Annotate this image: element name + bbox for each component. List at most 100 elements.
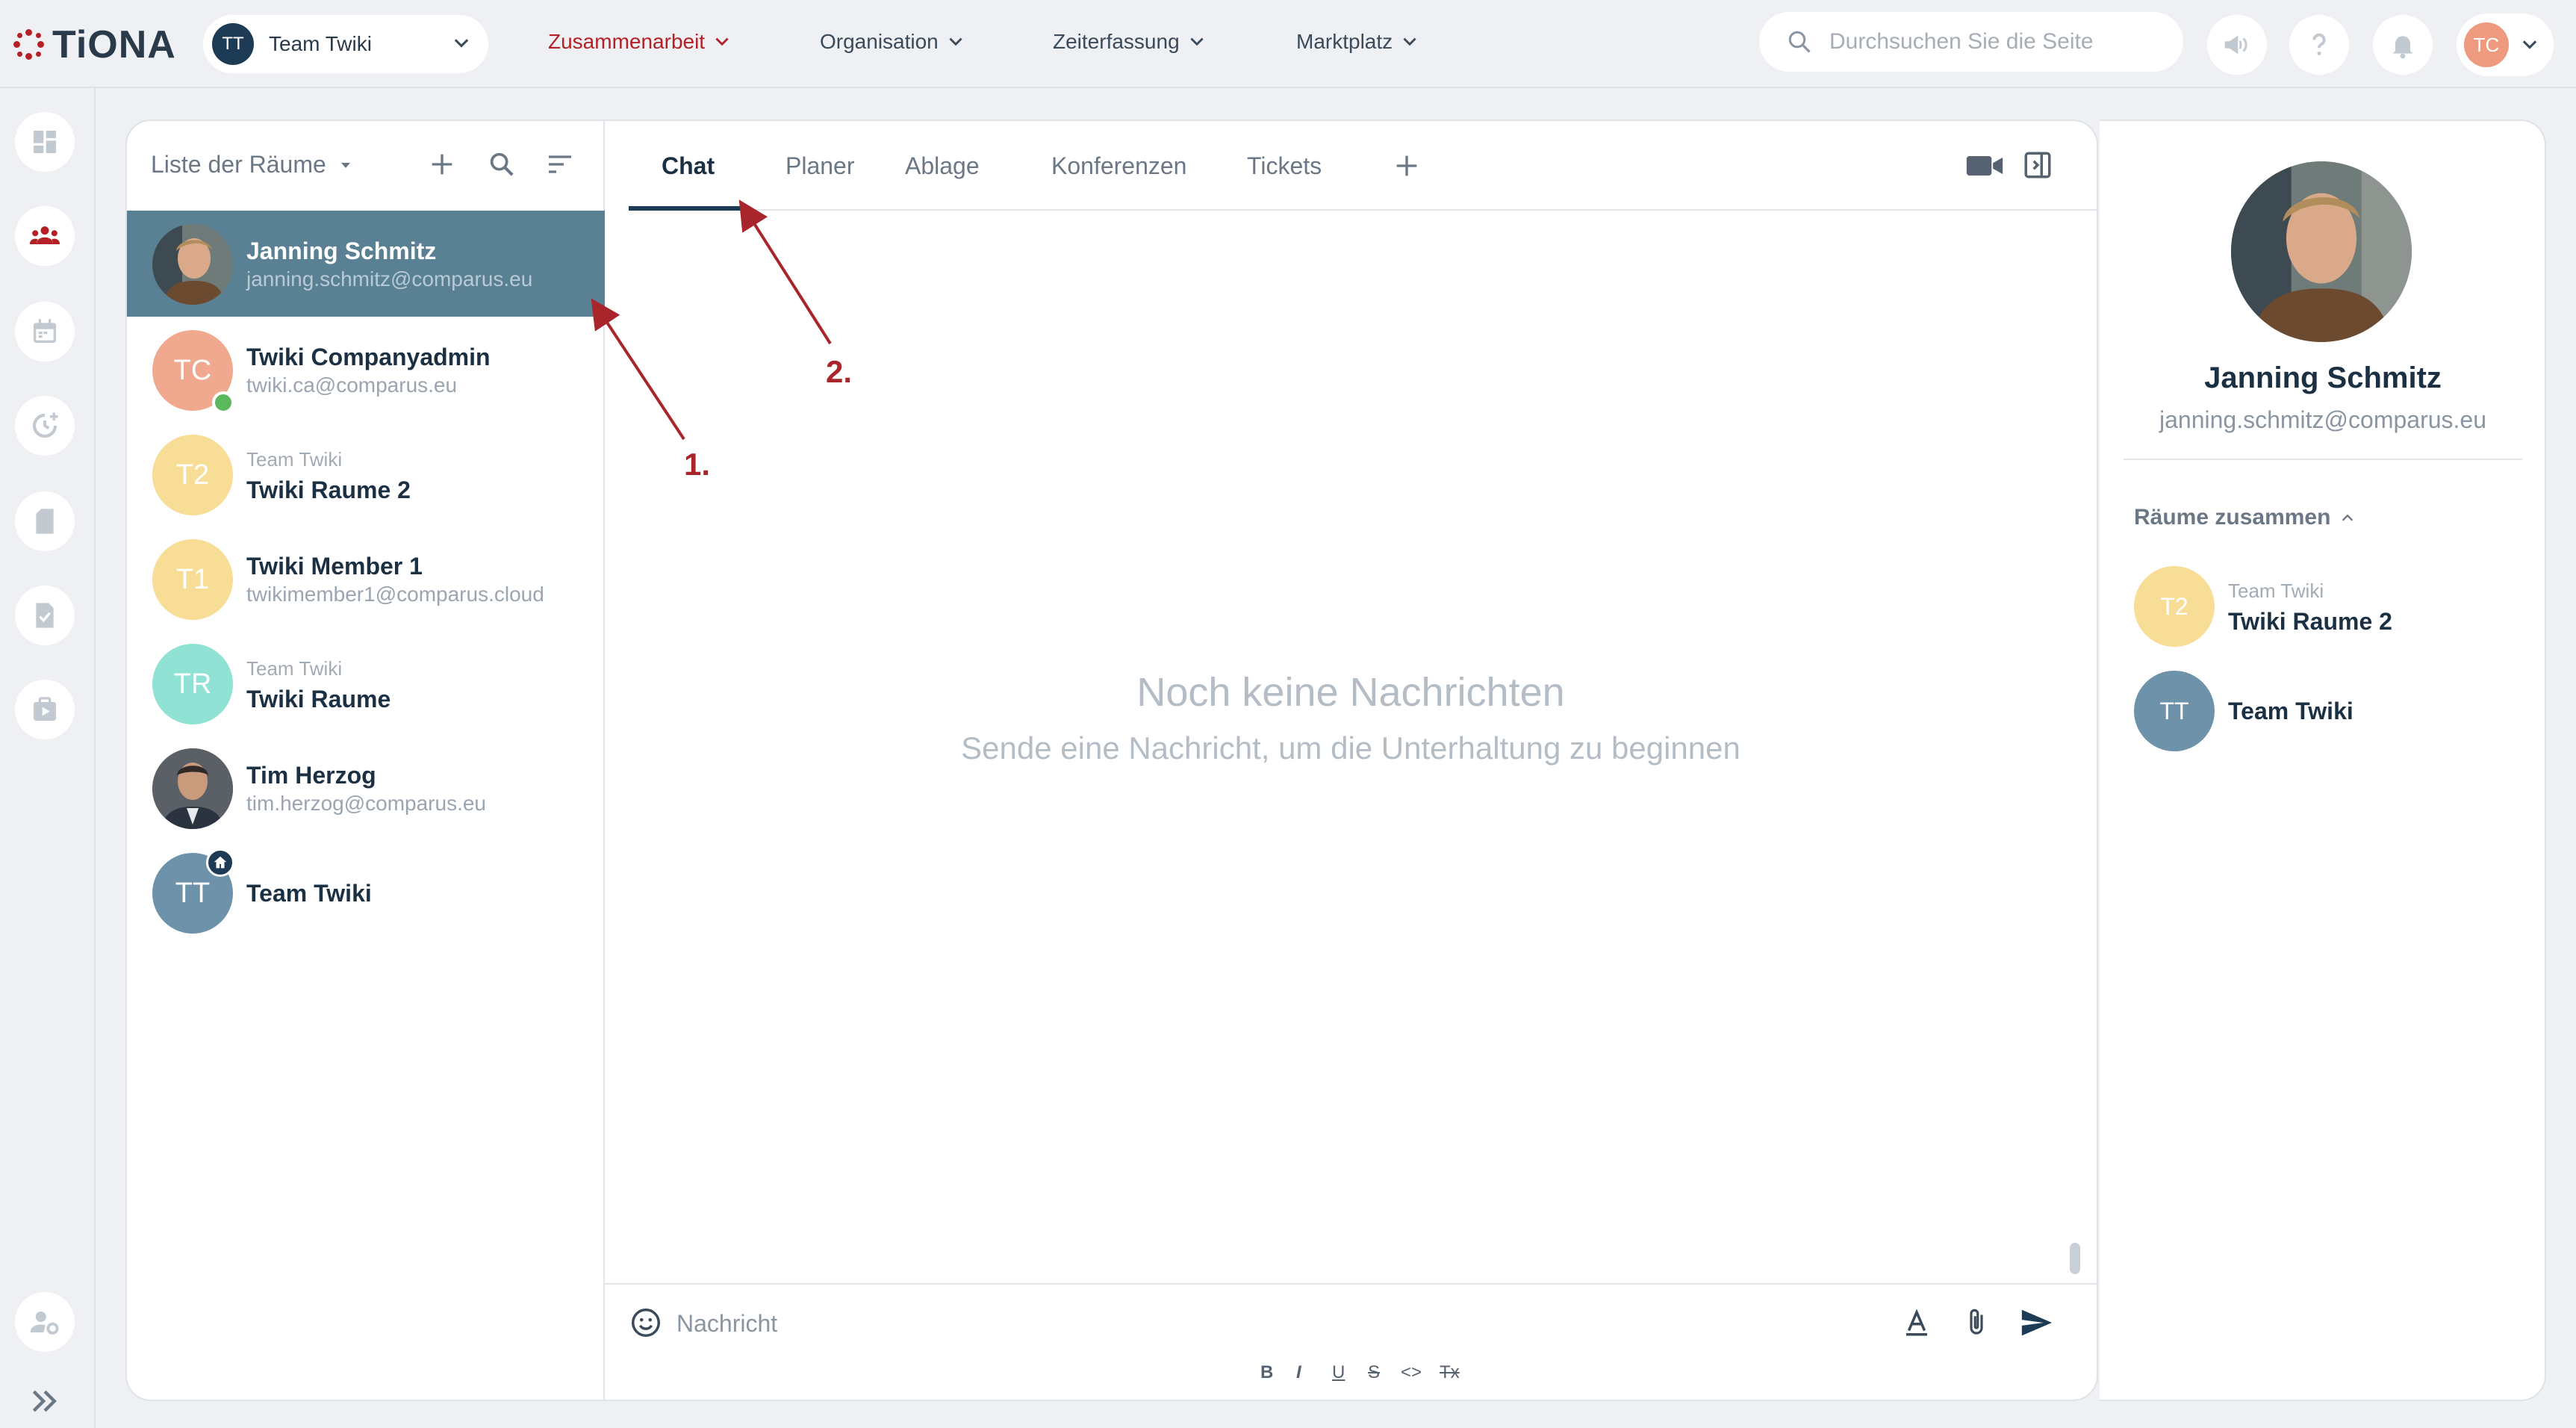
room-item[interactable]: Janning Schmitz janning.schmitz@comparus… <box>127 211 605 317</box>
room-item[interactable]: TC Twiki Companyadmin twiki.ca@comparus.… <box>127 317 605 423</box>
marketplace-nav-button[interactable] <box>15 680 75 739</box>
room-name: Team Twiki <box>2228 698 2353 724</box>
megaphone-icon <box>2224 35 2247 55</box>
media-icon <box>34 697 56 721</box>
scrollbar-thumb[interactable] <box>2070 1243 2080 1274</box>
room-item[interactable]: Tim Herzog tim.herzog@comparus.eu <box>127 735 605 841</box>
room-name: Twiki Companyadmin <box>246 344 491 370</box>
tab-konferenzen[interactable]: Konferenzen <box>1051 152 1186 180</box>
room-tabs: Chat Planer Ablage Konferenzen Tickets <box>605 121 2097 211</box>
code-button[interactable]: <> <box>1401 1362 1422 1383</box>
bold-button[interactable]: B <box>1260 1362 1273 1383</box>
dashboard-nav-button[interactable] <box>15 112 75 172</box>
tasks-nav-button[interactable] <box>15 586 75 645</box>
dashboard-icon <box>34 131 56 153</box>
nav-marktplatz[interactable]: Marktplatz <box>1296 30 1419 54</box>
top-bar: TiONA TT Team Twiki Zusammenarbeit Organ… <box>0 0 2576 88</box>
tab-tickets[interactable]: Tickets <box>1247 152 1322 180</box>
tab-ablage[interactable]: Ablage <box>905 152 980 180</box>
documents-nav-button[interactable] <box>15 491 75 551</box>
time-tracking-nav-button[interactable] <box>15 396 75 456</box>
add-tab-icon[interactable] <box>1392 151 1422 181</box>
text-format-icon[interactable] <box>1901 1307 1932 1338</box>
online-status-indicator <box>212 391 234 414</box>
collaboration-nav-button[interactable] <box>15 206 75 266</box>
chevron-down-icon <box>2522 40 2537 49</box>
room-subtitle: twikimember1@comparus.cloud <box>246 583 544 606</box>
sort-icon[interactable] <box>545 149 575 179</box>
room-item[interactable]: T1 Twiki Member 1 twikimember1@comparus.… <box>127 526 605 632</box>
search-icon <box>1788 31 1811 53</box>
clear-format-button[interactable]: Tx <box>1440 1362 1460 1383</box>
nav-organisation[interactable]: Organisation <box>820 30 965 54</box>
add-room-icon[interactable] <box>427 149 457 179</box>
rooms-list-title: Liste der Räume <box>151 151 326 178</box>
chevron-down-icon <box>715 37 729 46</box>
room-name: Twiki Member 1 <box>246 553 423 580</box>
shared-rooms-title: Räume zusammen <box>2134 505 2331 530</box>
person-photo-icon <box>152 748 233 829</box>
profile-photo <box>2231 161 2412 342</box>
room-subtitle: janning.schmitz@comparus.eu <box>246 267 533 291</box>
help-icon <box>2312 33 2326 56</box>
chat-panel: Chat Planer Ablage Konferenzen Tickets N… <box>605 121 2097 1400</box>
room-item[interactable]: T2 Team Twiki Twiki Raume 2 <box>127 421 605 527</box>
profile-email: janning.schmitz@comparus.eu <box>2159 406 2486 433</box>
nav-zeiterfassung[interactable]: Zeiterfassung <box>1053 30 1207 54</box>
room-item[interactable]: TR Team Twiki Twiki Raume <box>127 630 605 736</box>
profile-name: Janning Schmitz <box>2204 361 2442 394</box>
calendar-nav-button[interactable] <box>15 302 75 361</box>
active-tab-indicator <box>629 206 744 211</box>
room-team-label: Team Twiki <box>246 657 343 680</box>
rooms-panel: Liste der Räume Janning Schmitz janning.… <box>127 121 605 1400</box>
team-name: Team Twiki <box>269 32 372 55</box>
nav-label: Marktplatz <box>1296 30 1393 53</box>
logo-text: TiONA <box>52 23 176 66</box>
people-icon <box>29 226 60 244</box>
nav-label: Zusammenarbeit <box>548 30 706 53</box>
user-menu[interactable]: TC <box>2457 13 2554 76</box>
help-button[interactable] <box>2289 15 2349 75</box>
room-team-label: Team Twiki <box>246 448 343 471</box>
search-rooms-icon[interactable] <box>487 149 517 179</box>
room-name: Twiki Raume <box>246 686 391 713</box>
toggle-details-panel-icon[interactable] <box>2022 149 2053 181</box>
shared-rooms-toggle[interactable]: Räume zusammen <box>2134 505 2356 530</box>
calendar-icon <box>34 319 56 343</box>
home-team-badge <box>206 848 234 877</box>
underline-button[interactable]: U <box>1332 1362 1345 1383</box>
notifications-button[interactable] <box>2373 15 2433 75</box>
search-placeholder: Durchsuchen Sie die Seite <box>1829 29 2094 54</box>
avatar <box>152 224 233 305</box>
message-input[interactable]: Nachricht <box>676 1310 777 1338</box>
nav-zusammenarbeit[interactable]: Zusammenarbeit <box>548 30 732 54</box>
team-avatar: TT <box>212 23 254 65</box>
user-settings-button[interactable] <box>15 1292 75 1352</box>
avatar: T1 <box>152 539 233 620</box>
send-icon[interactable] <box>2017 1306 2055 1340</box>
italic-button[interactable]: I <box>1296 1362 1301 1383</box>
expand-sidebar-button[interactable] <box>28 1385 61 1421</box>
user-settings-icon <box>30 1311 59 1335</box>
room-details-panel: Janning Schmitz janning.schmitz@comparus… <box>2100 119 2546 1401</box>
room-item[interactable]: TT Team Twiki <box>127 839 605 946</box>
rooms-list-dropdown[interactable]: Liste der Räume <box>151 151 355 178</box>
tab-planer[interactable]: Planer <box>785 152 855 180</box>
avatar: TT <box>2134 671 2215 751</box>
tab-chat[interactable]: Chat <box>662 152 715 180</box>
chevron-down-icon <box>454 39 469 48</box>
room-name: Janning Schmitz <box>246 238 437 264</box>
emoji-icon[interactable] <box>629 1306 663 1340</box>
avatar: T2 <box>2134 566 2215 647</box>
attachment-icon[interactable] <box>1961 1306 1992 1340</box>
team-selector[interactable]: TT Team Twiki <box>203 15 488 73</box>
time-icon <box>32 412 58 438</box>
main-card: Liste der Räume Janning Schmitz janning.… <box>125 119 2098 1401</box>
tiona-logo[interactable]: TiONA <box>13 22 176 67</box>
announcements-button[interactable] <box>2207 15 2267 75</box>
video-call-icon[interactable] <box>1965 151 2004 181</box>
bell-icon <box>2392 36 2413 59</box>
page-search-input[interactable]: Durchsuchen Sie die Seite <box>1759 12 2183 72</box>
details-divider <box>2124 459 2522 460</box>
strikethrough-button[interactable]: S <box>1368 1362 1380 1383</box>
